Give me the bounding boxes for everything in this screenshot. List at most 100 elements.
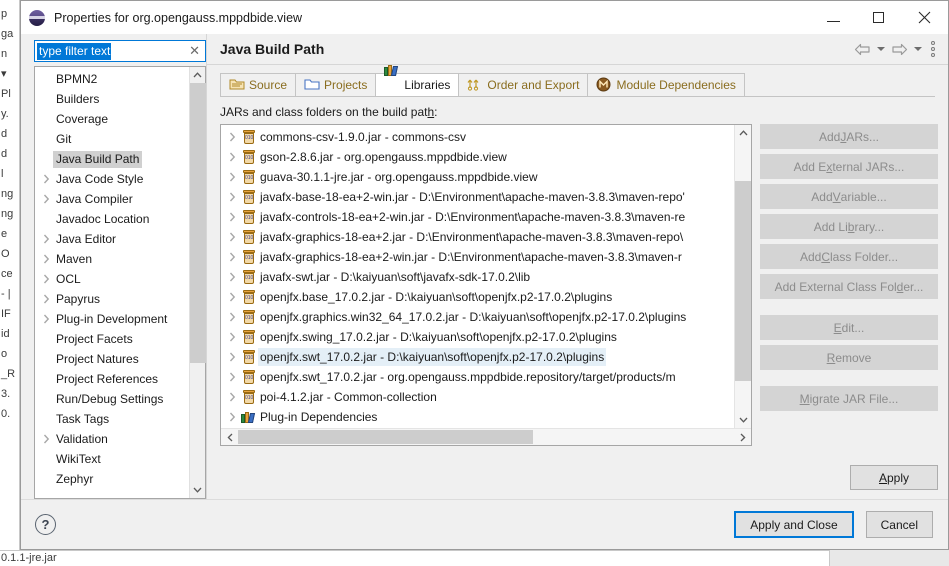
- chevron-right-icon[interactable]: [39, 294, 53, 304]
- chevron-right-icon[interactable]: [224, 312, 240, 322]
- chevron-right-icon[interactable]: [224, 412, 240, 422]
- close-button[interactable]: [901, 1, 948, 34]
- tab-order-and-export[interactable]: Order and Export: [458, 73, 589, 96]
- sidebar-item-wikitext[interactable]: WikiText: [35, 449, 189, 469]
- tab-projects[interactable]: Projects: [295, 73, 377, 96]
- sidebar-item-git[interactable]: Git: [35, 129, 189, 149]
- list-item[interactable]: 010 openjfx.graphics.win32_64_17.0.2.jar …: [221, 307, 734, 327]
- tree-scroll-thumb[interactable]: [190, 83, 206, 363]
- list-item[interactable]: Plug-in Dependencies: [221, 407, 734, 427]
- list-item[interactable]: 010 openjfx.base_17.0.2.jar - D:\kaiyuan\…: [221, 287, 734, 307]
- search-input[interactable]: type filter text ✕: [34, 40, 206, 62]
- source-folder-icon: [229, 77, 246, 93]
- apply-and-close-button[interactable]: Apply and Close: [734, 511, 854, 538]
- chevron-right-icon[interactable]: [224, 272, 240, 282]
- chevron-right-icon[interactable]: [224, 292, 240, 302]
- sidebar-item-java-build-path[interactable]: Java Build Path: [35, 149, 189, 169]
- list-item[interactable]: 010 poi-4.1.2.jar - Common-collection: [221, 387, 734, 407]
- background-fragment: d: [1, 128, 8, 140]
- chevron-right-icon[interactable]: [39, 194, 53, 204]
- list-item[interactable]: 010 javafx-swt.jar - D:\kaiyuan\soft\java…: [221, 267, 734, 287]
- chevron-right-icon[interactable]: [734, 429, 751, 445]
- chevron-down-icon[interactable]: [190, 482, 205, 498]
- sidebar-item-java-editor[interactable]: Java Editor: [35, 229, 189, 249]
- sidebar-item-papyrus[interactable]: Papyrus: [35, 289, 189, 309]
- chevron-right-icon[interactable]: [224, 192, 240, 202]
- chevron-right-icon[interactable]: [39, 174, 53, 184]
- list-item[interactable]: 010 openjfx.swing_17.0.2.jar - D:\kaiyuan…: [221, 327, 734, 347]
- sidebar-item-project-natures[interactable]: Project Natures: [35, 349, 189, 369]
- sidebar-item-java-compiler[interactable]: Java Compiler: [35, 189, 189, 209]
- chevron-right-icon[interactable]: [39, 274, 53, 284]
- chevron-down-icon[interactable]: [735, 412, 751, 428]
- chevron-right-icon[interactable]: [224, 232, 240, 242]
- maximize-button[interactable]: [856, 1, 901, 34]
- list-item[interactable]: 010 gson-2.8.6.jar - org.opengauss.mppdbi…: [221, 147, 734, 167]
- chevron-right-icon[interactable]: [224, 132, 240, 142]
- sidebar-item-plug-in-development[interactable]: Plug-in Development: [35, 309, 189, 329]
- sidebar-item-coverage[interactable]: Coverage: [35, 109, 189, 129]
- forward-dropdown-caret[interactable]: [911, 39, 924, 59]
- close-icon[interactable]: ✕: [189, 44, 200, 58]
- sidebar-item-zephyr[interactable]: Zephyr: [35, 469, 189, 489]
- list-item[interactable]: 010 commons-csv-1.9.0.jar - commons-csv: [221, 127, 734, 147]
- list-item[interactable]: 010 guava-30.1.1-jre.jar - org.opengauss.…: [221, 167, 734, 187]
- chevron-up-icon[interactable]: [735, 125, 751, 141]
- sidebar-item-javadoc-location[interactable]: Javadoc Location: [35, 209, 189, 229]
- settings-tree-list[interactable]: BPMN2 Builders Coverage Git Java Build Path J…: [35, 67, 189, 498]
- back-arrow-icon[interactable]: [852, 39, 872, 59]
- tab-libraries[interactable]: Libraries: [375, 65, 460, 96]
- chevron-right-icon[interactable]: [224, 252, 240, 262]
- sidebar-item-task-tags[interactable]: Task Tags: [35, 409, 189, 429]
- chevron-right-icon[interactable]: [224, 372, 240, 382]
- chevron-right-icon[interactable]: [224, 152, 240, 162]
- hscroll-thumb[interactable]: [238, 430, 533, 444]
- list-scroll-thumb[interactable]: [735, 181, 751, 381]
- forward-arrow-icon[interactable]: [889, 39, 909, 59]
- chevron-right-icon[interactable]: [224, 212, 240, 222]
- sidebar-item-java-code-style[interactable]: Java Code Style: [35, 169, 189, 189]
- list-scroll-track[interactable]: [735, 141, 751, 412]
- background-fragment: 3.: [1, 388, 11, 400]
- tab-label: Module Dependencies: [616, 78, 736, 92]
- sidebar-item-run-debug-settings[interactable]: Run/Debug Settings: [35, 389, 189, 409]
- list-item[interactable]: 010 openjfx.swt_17.0.2.jar - org.opengaus…: [221, 367, 734, 387]
- list-item[interactable]: 010 javafx-controls-18-ea+2-win.jar - D:\…: [221, 207, 734, 227]
- chevron-right-icon[interactable]: [224, 392, 240, 402]
- sidebar-item-project-facets[interactable]: Project Facets: [35, 329, 189, 349]
- help-icon[interactable]: ?: [35, 514, 56, 535]
- tab-source[interactable]: Source: [220, 73, 297, 96]
- list-item[interactable]: 010 openjfx.swt_17.0.2.jar - D:\kaiyuan\s…: [221, 347, 734, 367]
- list-item[interactable]: 010 javafx-graphics-18-ea+2-win.jar - D:\…: [221, 247, 734, 267]
- view-menu-icon[interactable]: [926, 39, 940, 59]
- chevron-right-icon[interactable]: [224, 172, 240, 182]
- build-path-list[interactable]: 010 commons-csv-1.9.0.jar - commons-csv 01…: [221, 125, 734, 428]
- chevron-up-icon[interactable]: [190, 67, 205, 83]
- chevron-left-icon[interactable]: [221, 429, 238, 445]
- chevron-right-icon[interactable]: [39, 254, 53, 264]
- sidebar-item-project-references[interactable]: Project References: [35, 369, 189, 389]
- hscroll-track[interactable]: [238, 429, 734, 445]
- list-item[interactable]: 010 javafx-graphics-18-ea+2.jar - D:\Envi…: [221, 227, 734, 247]
- sidebar-item-bpmn2[interactable]: BPMN2: [35, 69, 189, 89]
- sidebar-item-label: Papyrus: [56, 291, 101, 306]
- cancel-button[interactable]: Cancel: [865, 511, 933, 538]
- chevron-right-icon[interactable]: [224, 332, 240, 342]
- sidebar-item-validation[interactable]: Validation: [35, 429, 189, 449]
- chevron-right-icon[interactable]: [224, 352, 240, 362]
- chevron-right-icon[interactable]: [39, 314, 53, 324]
- apply-button[interactable]: Apply: [850, 465, 938, 490]
- list-item[interactable]: 010 javafx-base-18-ea+2-win.jar - D:\Envi…: [221, 187, 734, 207]
- chevron-right-icon[interactable]: [39, 234, 53, 244]
- sidebar-item-ocl[interactable]: OCL: [35, 269, 189, 289]
- tree-vertical-scrollbar[interactable]: [189, 67, 206, 498]
- tree-scroll-track[interactable]: [190, 83, 206, 482]
- list-horizontal-scrollbar[interactable]: [221, 428, 751, 445]
- sidebar-item-builders[interactable]: Builders: [35, 89, 189, 109]
- minimize-button[interactable]: [811, 1, 856, 34]
- sidebar-item-maven[interactable]: Maven: [35, 249, 189, 269]
- tab-module-dependencies[interactable]: Module Dependencies: [587, 73, 745, 96]
- back-dropdown-caret[interactable]: [874, 39, 887, 59]
- list-vertical-scrollbar[interactable]: [734, 125, 751, 428]
- chevron-right-icon[interactable]: [39, 434, 53, 444]
